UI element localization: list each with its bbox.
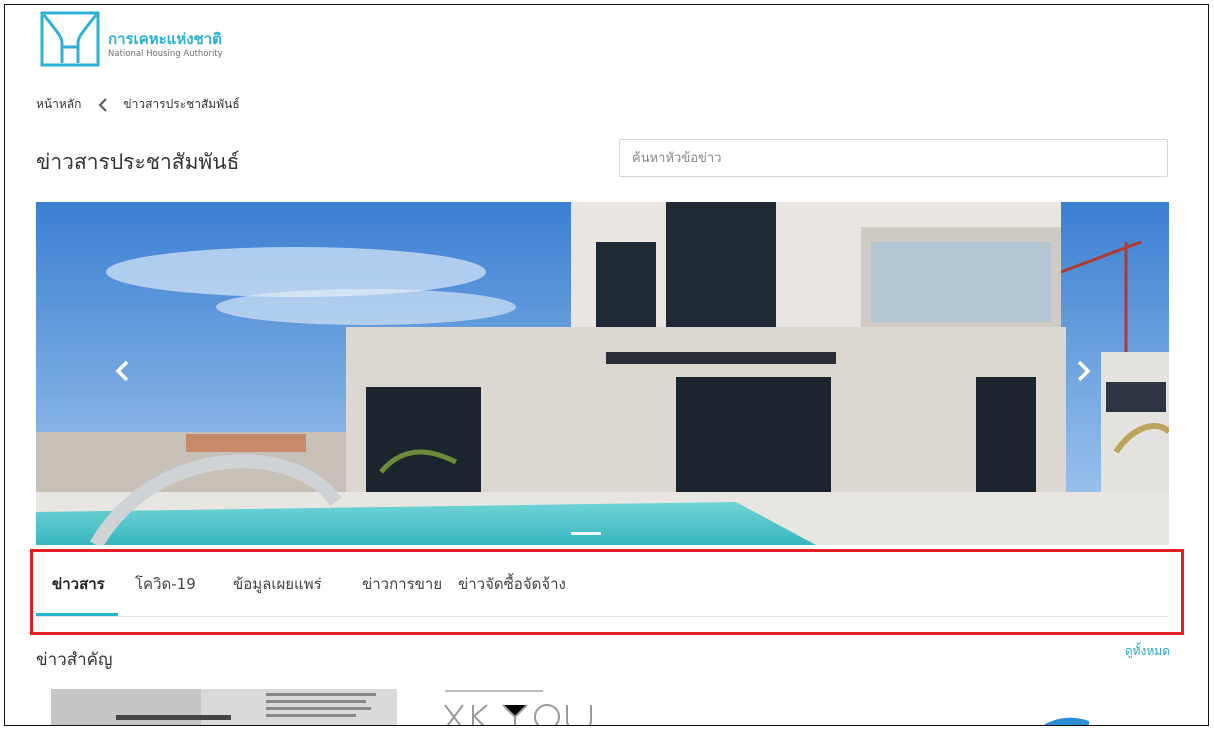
breadcrumb-home[interactable]: หน้าหลัก [36,95,81,114]
highlight-box [30,549,1184,635]
hero-carousel[interactable] [36,202,1169,545]
news-thumbnail[interactable] [51,689,397,726]
search-input[interactable] [619,139,1168,177]
page-frame: การเคหะแห่งชาติ National Housing Authori… [4,4,1209,726]
breadcrumb: หน้าหลัก ข่าวสารประชาสัมพันธ์ [36,95,240,114]
news-thumbnail[interactable] [443,685,603,726]
page-title: ข่าวสารประชาสัมพันธ์ [36,150,240,174]
nha-logo-icon [40,11,100,67]
brand-name-en: National Housing Authority [108,49,223,59]
brand-logo[interactable]: การเคหะแห่งชาติ National Housing Authori… [40,11,223,67]
carousel-slide-image [36,202,1169,545]
brand-name-th: การเคหะแห่งชาติ [108,30,222,48]
breadcrumb-current: ข่าวสารประชาสัมพันธ์ [123,97,240,111]
carousel-indicator[interactable] [571,532,601,535]
chevron-left-icon [98,97,108,112]
carousel-next-icon[interactable] [1068,356,1098,386]
view-all-link[interactable]: ดูทั้งหมด [1125,642,1170,661]
news-thumbnail[interactable] [1035,711,1089,726]
carousel-prev-icon[interactable] [108,356,138,386]
section-title: ข่าวสำคัญ [36,650,113,670]
